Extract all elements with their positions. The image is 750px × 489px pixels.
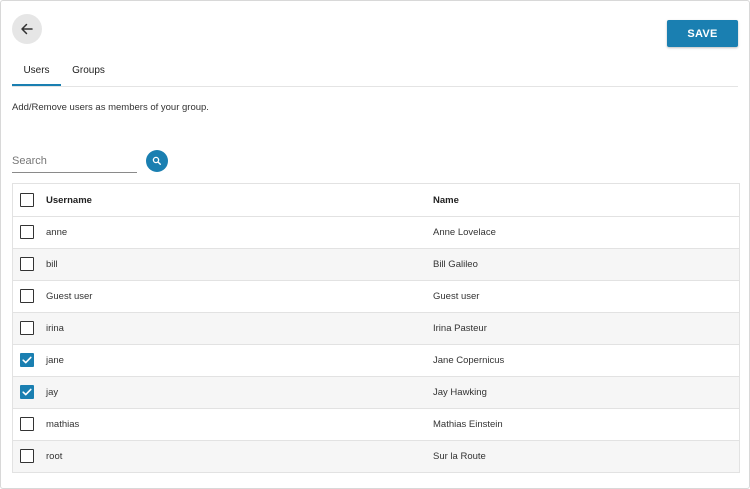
table-row[interactable]: anne Anne Lovelace [13, 217, 739, 249]
search-button[interactable] [146, 150, 168, 172]
cell-username: root [46, 451, 63, 462]
row-checkbox[interactable] [20, 449, 34, 463]
table-row[interactable]: root Sur la Route [13, 441, 739, 473]
page-description: Add/Remove users as members of your grou… [12, 102, 209, 113]
table-row[interactable]: Guest user Guest user [13, 281, 739, 313]
cell-username: jane [46, 355, 64, 366]
cell-username: Guest user [46, 291, 93, 302]
cell-username: mathias [46, 419, 80, 430]
row-checkbox[interactable] [20, 417, 34, 431]
cell-username: bill [46, 259, 58, 270]
table-body: anne Anne Lovelace bill Bill Galileo Guest u… [13, 217, 739, 473]
cell-username: jay [46, 387, 59, 398]
row-checkbox[interactable] [20, 385, 34, 399]
row-checkbox[interactable] [20, 321, 34, 335]
tab-groups[interactable]: Groups [65, 57, 112, 84]
search-input[interactable] [12, 152, 132, 170]
table-row[interactable]: jane Jane Copernicus [13, 345, 739, 377]
save-button[interactable]: SAVE [667, 20, 738, 47]
arrow-left-icon [21, 23, 33, 35]
checkmark-icon [22, 356, 32, 364]
table-row[interactable]: irina Irina Pasteur [13, 313, 739, 345]
table-header-row: Username Name [13, 184, 739, 217]
cell-name: Jane Copernicus [433, 355, 505, 366]
search-icon [152, 156, 161, 165]
cell-name: Irina Pasteur [433, 323, 487, 334]
cell-name: Anne Lovelace [433, 227, 496, 238]
row-checkbox[interactable] [20, 353, 34, 367]
tab-bar: Users Groups [12, 57, 738, 87]
table-row[interactable]: jay Jay Hawking [13, 377, 739, 409]
cell-username: irina [46, 323, 64, 334]
cell-name: Bill Galileo [433, 259, 478, 270]
cell-name: Guest user [433, 291, 480, 302]
column-header-name[interactable]: Name [433, 184, 459, 216]
select-all-checkbox[interactable] [20, 193, 34, 207]
checkmark-icon [22, 388, 32, 396]
cell-name: Jay Hawking [433, 387, 487, 398]
row-checkbox[interactable] [20, 257, 34, 271]
cell-name: Sur la Route [433, 451, 486, 462]
row-checkbox[interactable] [20, 289, 34, 303]
cell-username: anne [46, 227, 68, 238]
search-field [12, 151, 137, 173]
back-button[interactable] [12, 14, 42, 44]
group-members-panel: SAVE Users Groups Add/Remove users as me… [0, 0, 750, 489]
tab-users[interactable]: Users [12, 57, 61, 86]
cell-name: Mathias Einstein [433, 419, 503, 430]
table-row[interactable]: bill Bill Galileo [13, 249, 739, 281]
users-table: Username Name anne Anne Lovelace bill Bill … [12, 183, 740, 473]
table-row[interactable]: mathias Mathias Einstein [13, 409, 739, 441]
column-header-username[interactable]: Username [46, 184, 92, 216]
row-checkbox[interactable] [20, 225, 34, 239]
